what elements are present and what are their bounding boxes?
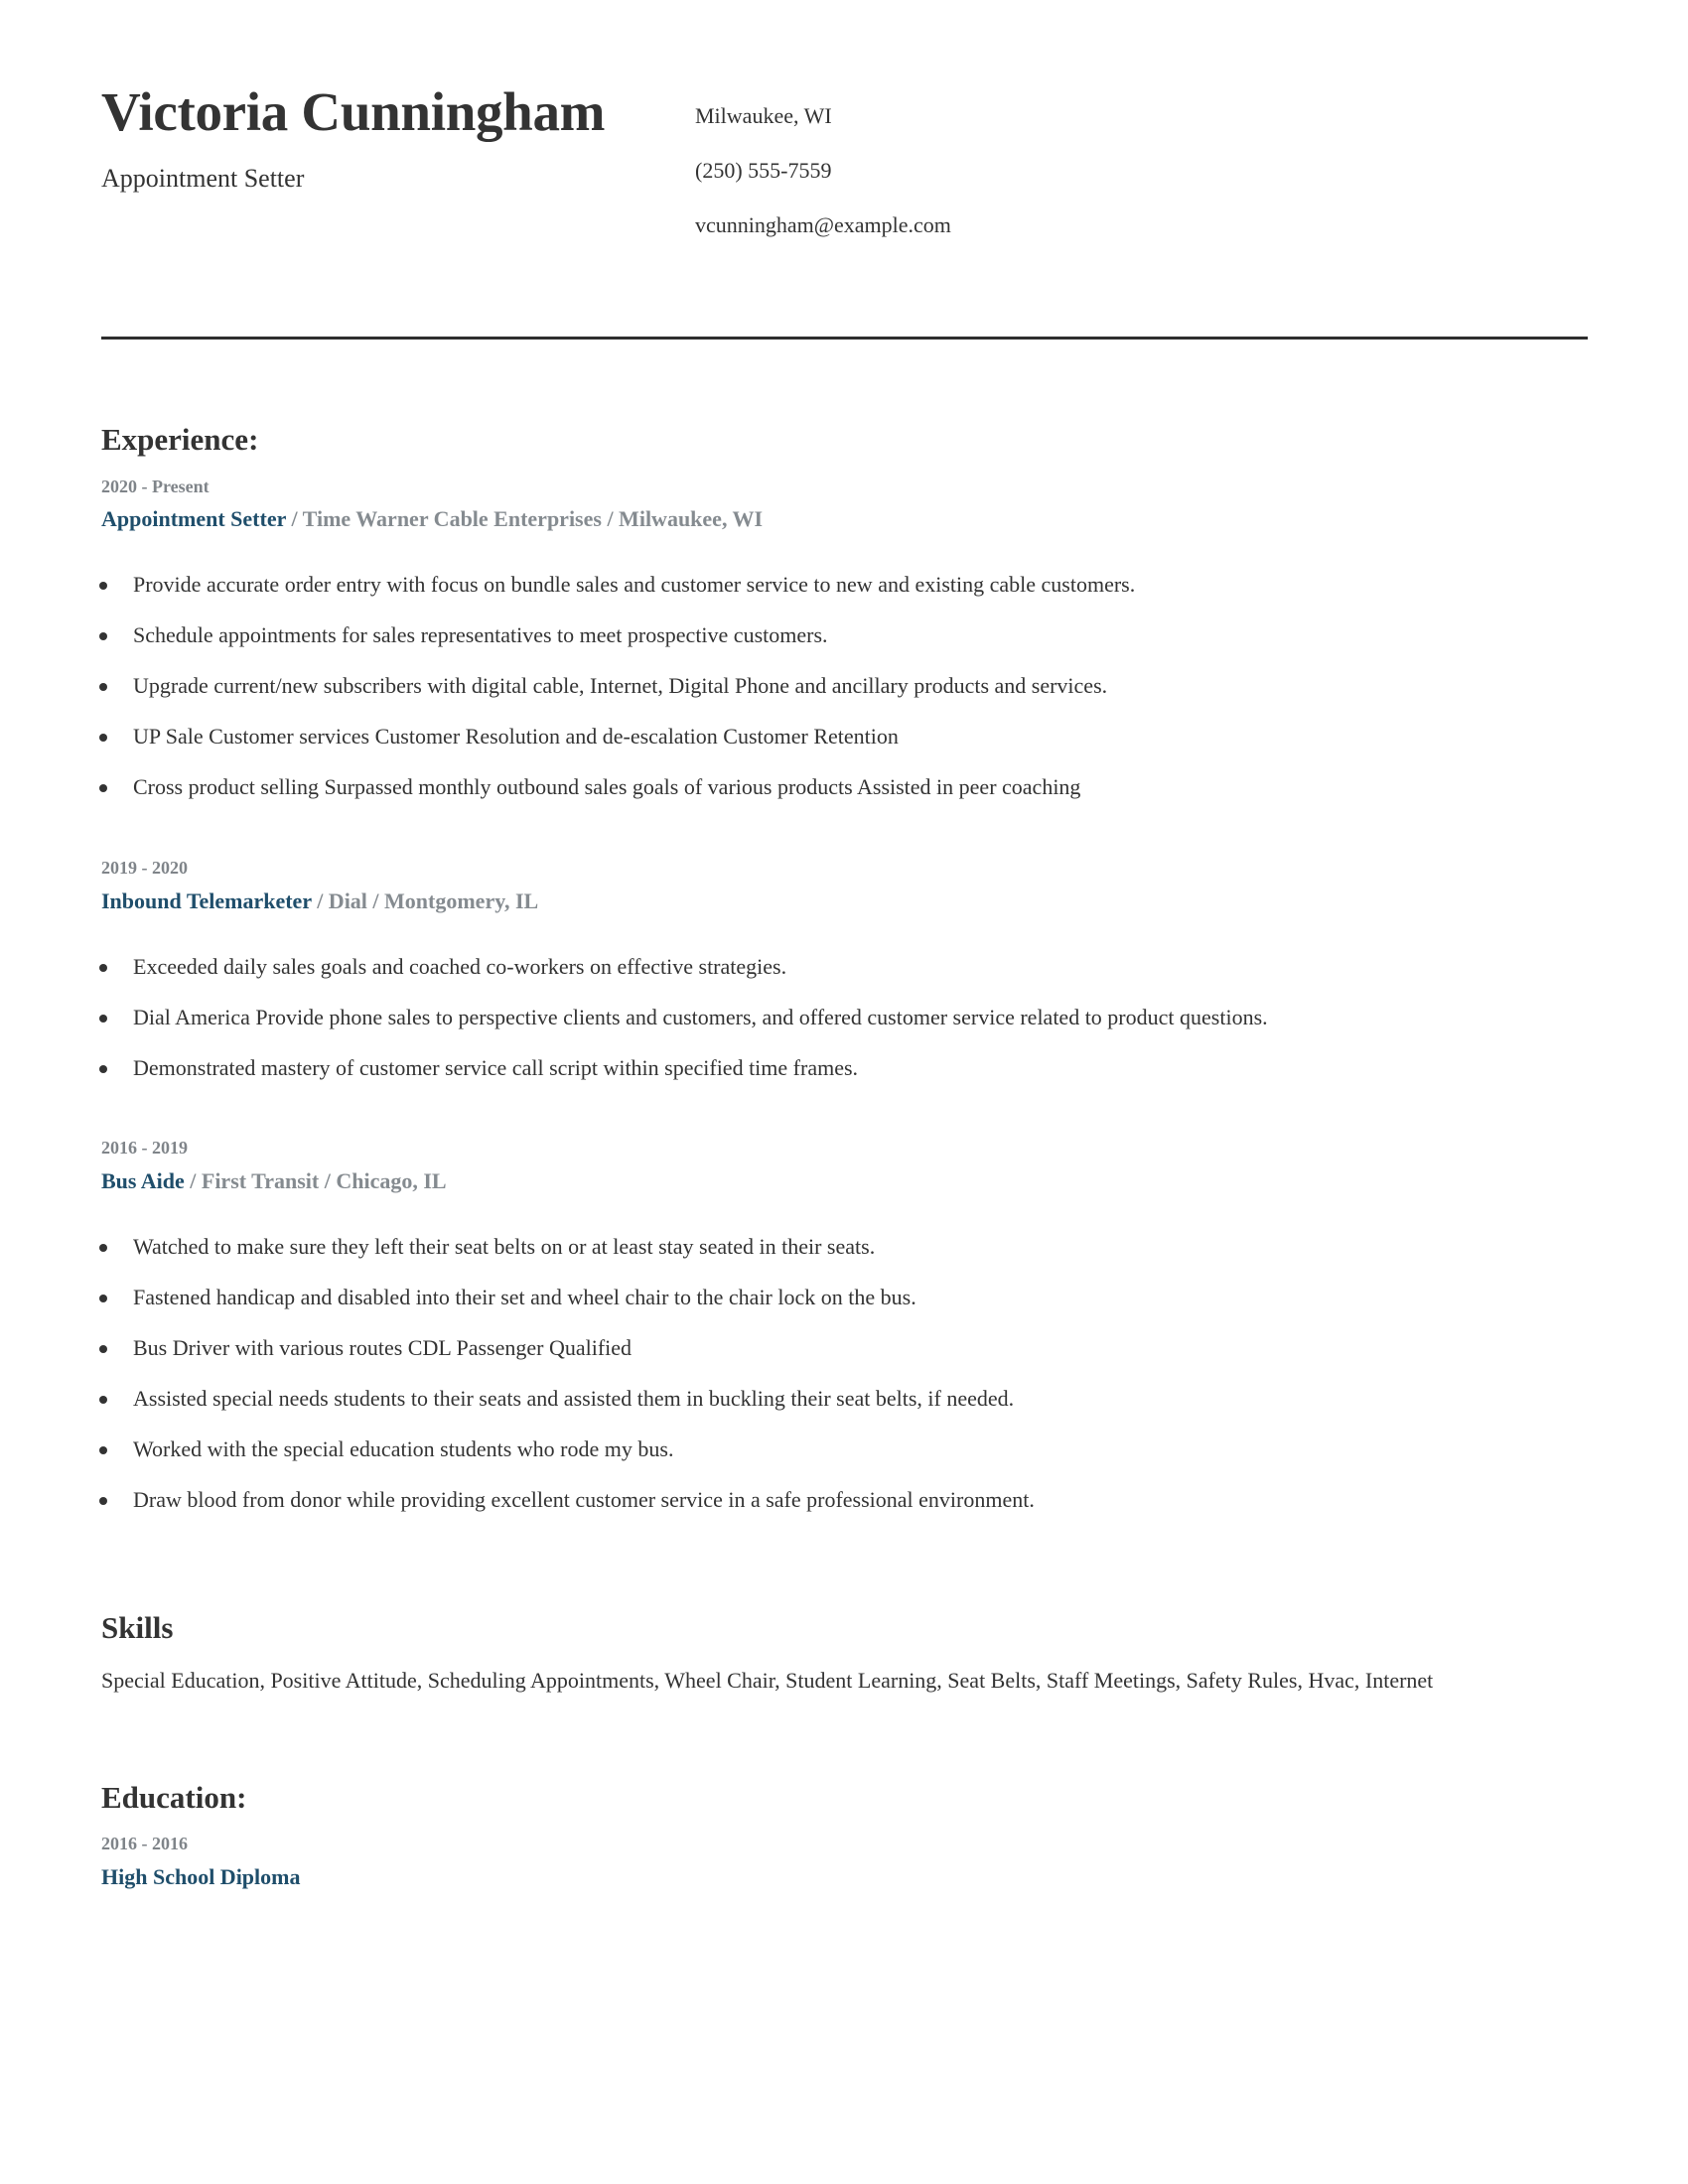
bullet-icon bbox=[99, 1345, 107, 1353]
contact-location: Milwaukee, WI bbox=[695, 103, 832, 128]
job-heading: Inbound Telemarketer / Dial / Montgomery… bbox=[101, 887, 538, 916]
bullet-text: Fastened handicap and disabled into thei… bbox=[133, 1285, 916, 1309]
degree-title: High School Diploma bbox=[101, 1864, 301, 1889]
education-heading: Education: bbox=[101, 1780, 247, 1815]
bullet-text: Worked with the special education studen… bbox=[133, 1436, 674, 1461]
header-divider bbox=[101, 337, 1588, 340]
bullet-text: Schedule appointments for sales represen… bbox=[133, 622, 828, 647]
bullet-icon bbox=[99, 1015, 107, 1023]
job-dates: 2019 - 2020 bbox=[101, 858, 188, 878]
candidate-title: Appointment Setter bbox=[101, 164, 305, 193]
bullet-text: Upgrade current/new subscribers with dig… bbox=[133, 673, 1108, 698]
bullet-icon bbox=[99, 1295, 107, 1302]
job-title: Inbound Telemarketer bbox=[101, 888, 312, 913]
contact-phone: (250) 555-7559 bbox=[695, 158, 832, 183]
job-title: Bus Aide bbox=[101, 1168, 185, 1193]
bullet-icon bbox=[99, 1244, 107, 1252]
contact-email[interactable]: vcunningham@example.com bbox=[695, 208, 963, 242]
bullet-text: UP Sale Customer services Customer Resol… bbox=[133, 724, 899, 749]
job-dates: 2016 - 2019 bbox=[101, 1138, 188, 1158]
bullet-icon bbox=[99, 582, 107, 590]
skills-heading: Skills bbox=[101, 1610, 174, 1645]
bullet-text: Cross product selling Surpassed monthly … bbox=[133, 774, 1081, 799]
bullet-text: Draw blood from donor while providing ex… bbox=[133, 1487, 1035, 1512]
bullet-icon bbox=[99, 1497, 107, 1505]
job-title: Appointment Setter bbox=[101, 506, 286, 531]
bullet-icon bbox=[99, 1396, 107, 1404]
bullet-text: Assisted special needs students to their… bbox=[133, 1386, 1015, 1411]
bullet-icon bbox=[99, 1446, 107, 1454]
job-dates: 2020 - Present bbox=[101, 477, 210, 496]
bullet-icon bbox=[99, 632, 107, 640]
job-heading: Appointment Setter / Time Warner Cable E… bbox=[101, 504, 763, 534]
experience-heading: Experience: bbox=[101, 422, 259, 457]
bullet-text: Provide accurate order entry with focus … bbox=[133, 572, 1136, 597]
bullet-icon bbox=[99, 683, 107, 691]
bullet-text: Demonstrated mastery of customer service… bbox=[133, 1055, 859, 1080]
job-employer-location: / Dial / Montgomery, IL bbox=[311, 888, 539, 913]
job-employer-location: / Time Warner Cable Enterprises / Milwau… bbox=[285, 506, 764, 531]
bullet-icon bbox=[99, 734, 107, 742]
bullet-icon bbox=[99, 784, 107, 792]
candidate-name: Victoria Cunningham bbox=[101, 81, 606, 142]
education-entry: High School Diploma bbox=[101, 1862, 300, 1892]
bullet-text: Exceeded daily sales goals and coached c… bbox=[133, 954, 787, 979]
bullet-icon bbox=[99, 964, 107, 972]
job-employer-location: / First Transit / Chicago, IL bbox=[184, 1168, 447, 1193]
bullet-text: Dial America Provide phone sales to pers… bbox=[133, 1005, 1268, 1029]
bullet-text: Bus Driver with various routes CDL Passe… bbox=[133, 1335, 633, 1360]
bullet-icon bbox=[99, 1065, 107, 1073]
education-dates: 2016 - 2016 bbox=[101, 1834, 188, 1853]
bullet-text: Watched to make sure they left their sea… bbox=[133, 1234, 876, 1259]
job-heading: Bus Aide / First Transit / Chicago, IL bbox=[101, 1166, 447, 1196]
skills-list: Special Education, Positive Attitude, Sc… bbox=[101, 1668, 1434, 1693]
